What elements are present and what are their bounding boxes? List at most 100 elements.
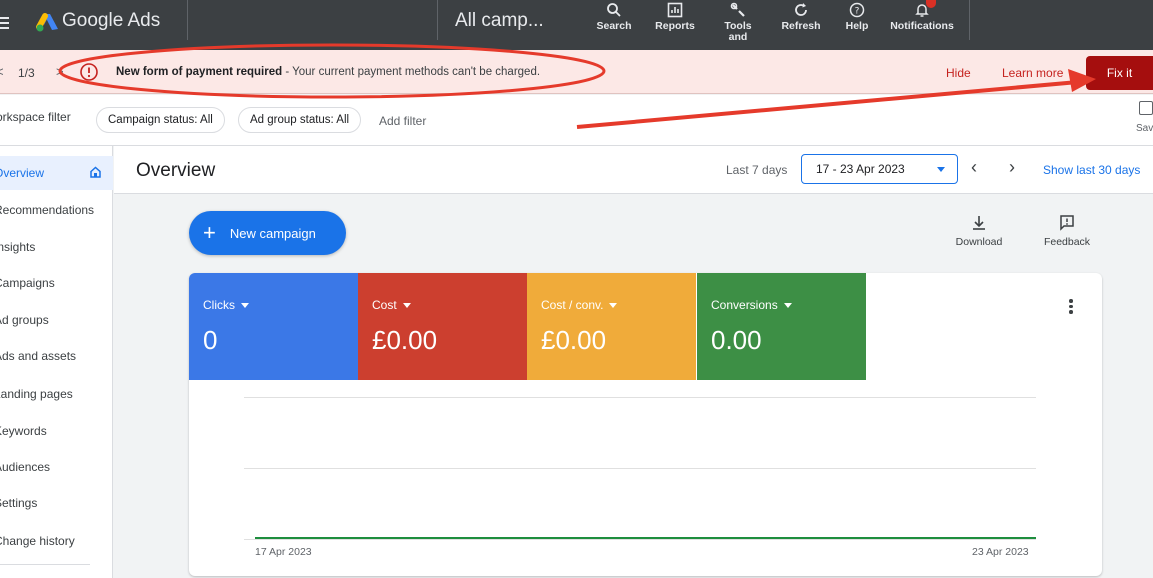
download-button[interactable]: Download: [951, 214, 1007, 248]
metric-label: Conversions: [711, 298, 792, 312]
chart-x-label-end: 23 Apr 2023: [972, 546, 1029, 558]
nav-item-campaigns[interactable]: Campaigns: [0, 276, 55, 290]
chevron-left-icon[interactable]: <: [0, 64, 4, 79]
tools-icon: [730, 2, 745, 17]
chart-gridline: [244, 539, 1036, 540]
ad-group-status-chip[interactable]: Ad group status: All: [238, 107, 362, 133]
campaign-status-chip[interactable]: Campaign status: All: [96, 107, 225, 133]
overview-header: Overview Last 7 days 17 - 23 Apr 2023 ‹ …: [114, 146, 1153, 194]
alert-detail: - Your current payment methods can't be …: [282, 66, 541, 78]
topbar-divider: [969, 0, 970, 40]
notifications-label: Notifications: [890, 20, 954, 32]
nav-item-overview[interactable]: Overview: [0, 166, 44, 180]
nav-item-keywords[interactable]: Keywords: [0, 424, 47, 438]
chart-gridline: [244, 468, 1036, 469]
more-options-icon[interactable]: [1069, 299, 1073, 315]
next-period-icon[interactable]: ›: [1009, 157, 1015, 178]
tools-label: Tools and: [724, 20, 752, 43]
search-icon: [607, 3, 621, 17]
home-icon[interactable]: [90, 166, 101, 178]
metric-label: Cost / conv.: [541, 298, 618, 312]
chart-gridline: [244, 397, 1036, 398]
help-icon: ?: [849, 2, 865, 18]
nav-item-ad-groups[interactable]: Ad groups: [0, 313, 49, 327]
reports-label: Reports: [655, 20, 695, 32]
chart-x-label-start: 17 Apr 2023: [255, 546, 312, 558]
alert-pager: 1/3: [18, 66, 35, 80]
nav-item-insights[interactable]: Insights: [0, 240, 35, 254]
add-filter-link[interactable]: Add filter: [379, 114, 426, 128]
nav-divider: [0, 564, 90, 565]
brand-name: Google Ads: [62, 10, 161, 31]
feedback-button[interactable]: Feedback: [1039, 214, 1095, 248]
svg-text:?: ?: [855, 7, 860, 17]
google-ads-window: Google Ads All camp... Search Reports To…: [0, 0, 1153, 578]
metric-tile-cost[interactable]: Cost £0.00: [358, 273, 527, 380]
chevron-down-icon: [609, 303, 618, 309]
metric-value: £0.00: [541, 325, 607, 355]
workspace-filter-bar: orkspace filter Campaign status: All Ad …: [0, 95, 1153, 146]
chevron-right-icon[interactable]: >: [56, 64, 64, 79]
reports-button[interactable]: Reports: [651, 0, 699, 50]
payment-alert-banner: < 1/3 > New form of payment required - Y…: [0, 50, 1153, 94]
chevron-down-icon: [241, 303, 249, 309]
metric-label: Cost: [372, 298, 411, 312]
date-range-value: 17 - 23 Apr 2023: [816, 162, 905, 176]
learn-more-link[interactable]: Learn more: [1002, 66, 1063, 80]
notification-badge: [926, 0, 936, 8]
topbar-divider: [187, 0, 188, 40]
metric-tile-cost-per-conversion[interactable]: Cost / conv. £0.00: [527, 273, 696, 380]
save-icon[interactable]: [1139, 101, 1153, 115]
nav-item-change-history[interactable]: Change history: [0, 534, 75, 548]
download-label: Download: [955, 236, 1003, 248]
tools-button[interactable]: Tools and: [718, 0, 758, 50]
refresh-label: Refresh: [781, 20, 821, 32]
plus-icon: +: [203, 220, 216, 245]
show-last-30-days-link[interactable]: Show last 30 days: [1043, 163, 1140, 177]
metric-value: 0: [203, 325, 218, 355]
chevron-down-icon: [937, 167, 945, 172]
google-ads-logo-icon: [36, 13, 58, 32]
side-navigation: Overview Recommendations Insights Campai…: [0, 146, 113, 578]
save-label: Sav: [1136, 123, 1153, 134]
new-campaign-label: New campaign: [229, 225, 316, 241]
metric-tile-conversions[interactable]: Conversions 0.00: [697, 273, 866, 380]
metric-value: £0.00: [372, 325, 438, 355]
warning-icon: [80, 63, 98, 81]
fix-it-button[interactable]: Fix it: [1086, 56, 1153, 90]
metric-label: Clicks: [203, 298, 249, 312]
new-campaign-button[interactable]: + New campaign: [189, 211, 346, 255]
notifications-button[interactable]: Notifications: [886, 0, 958, 50]
download-icon: [973, 216, 985, 230]
page-title: Overview: [136, 160, 216, 181]
chart-series-line: [255, 537, 1036, 539]
performance-card: Clicks 0 Cost £0.00 Cost / conv. £0.00 C…: [189, 273, 1102, 576]
help-label: Help: [845, 20, 869, 32]
top-app-bar: Google Ads All camp... Search Reports To…: [0, 0, 1153, 50]
nav-item-landing-pages[interactable]: Landing pages: [0, 387, 73, 401]
reports-icon: [667, 2, 683, 18]
nav-item-settings[interactable]: Settings: [0, 496, 37, 510]
chevron-down-icon: [402, 303, 411, 309]
nav-item-audiences[interactable]: Audiences: [0, 460, 50, 474]
topbar-divider: [437, 0, 438, 40]
help-button[interactable]: ? Help: [842, 0, 872, 50]
nav-item-ads-and-assets[interactable]: Ads and assets: [0, 349, 76, 363]
alert-message: New form of payment required - Your curr…: [116, 66, 540, 78]
refresh-button[interactable]: Refresh: [778, 0, 824, 50]
refresh-icon: [795, 3, 807, 16]
alert-title: New form of payment required: [116, 66, 283, 78]
search-button[interactable]: Search: [593, 0, 635, 50]
previous-period-icon[interactable]: ‹: [971, 157, 977, 178]
feedback-label: Feedback: [1043, 236, 1091, 248]
search-label: Search: [596, 20, 632, 32]
menu-icon[interactable]: [0, 11, 18, 35]
hide-link[interactable]: Hide: [946, 66, 971, 80]
date-range-picker[interactable]: 17 - 23 Apr 2023: [801, 154, 958, 184]
nav-item-recommendations[interactable]: Recommendations: [0, 203, 94, 217]
campaign-selector[interactable]: All camp...: [455, 10, 544, 32]
workspace-filter-label: orkspace filter: [0, 110, 71, 124]
feedback-icon: [1060, 215, 1074, 231]
metric-tile-clicks[interactable]: Clicks 0: [189, 273, 358, 380]
date-range-label: Last 7 days: [726, 163, 788, 177]
